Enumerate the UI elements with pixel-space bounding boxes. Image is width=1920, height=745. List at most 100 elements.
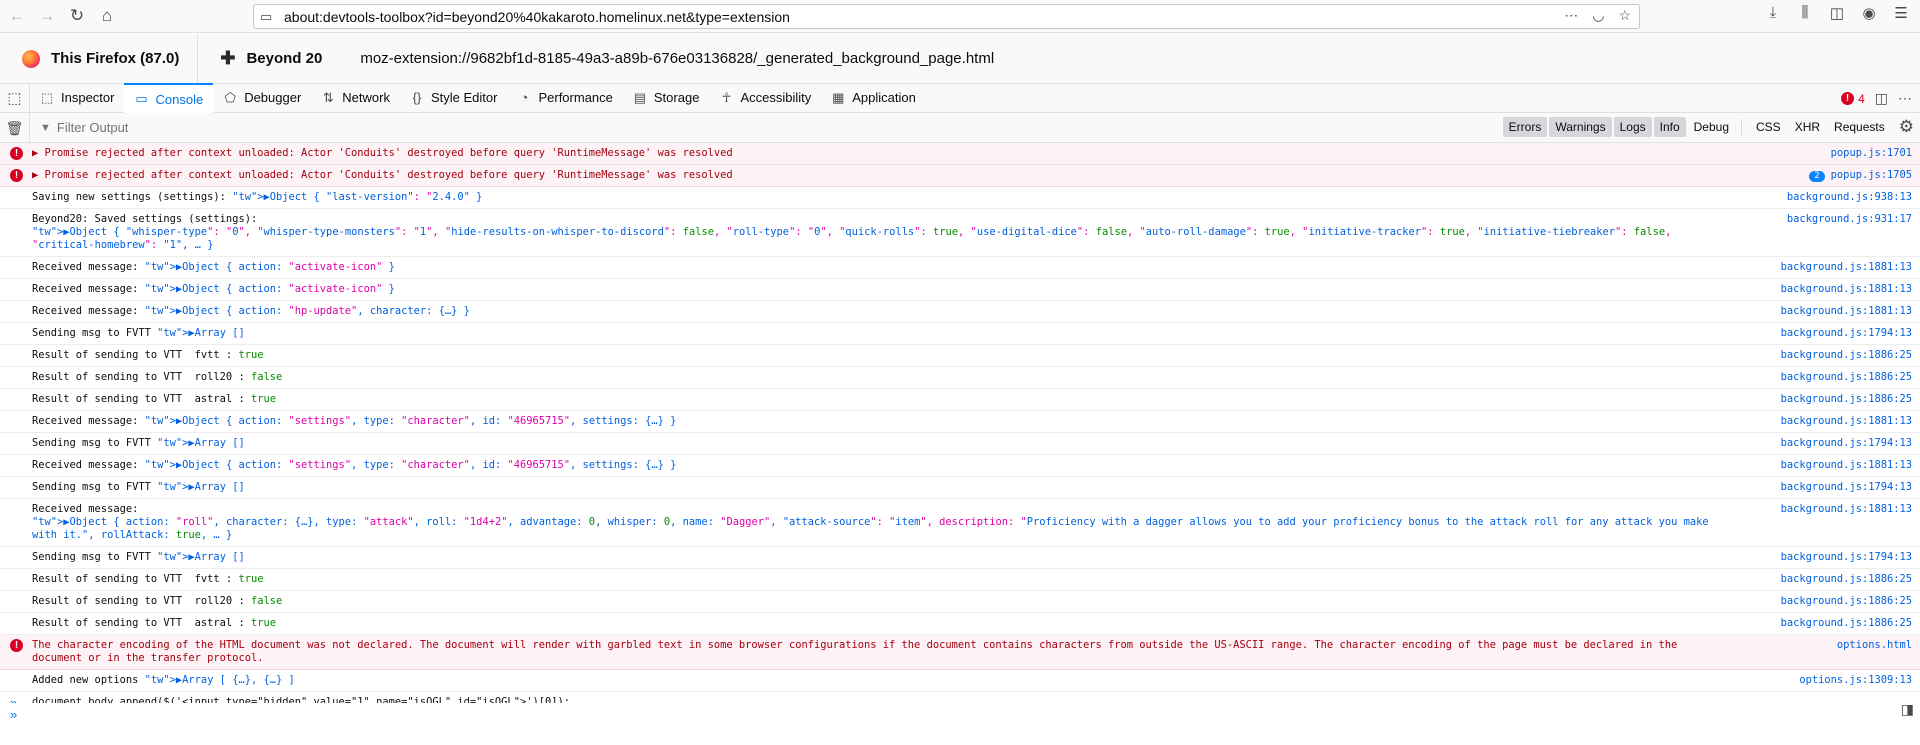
object-preview[interactable]: "tw">▶Object { action: "settings", type:… — [145, 459, 677, 471]
console-error-message[interactable]: ! The character encoding of the HTML docu… — [0, 635, 1920, 670]
object-preview[interactable]: "tw">▶Array [ {…}, {…} ] — [145, 674, 295, 686]
filter-logs-button[interactable]: Logs — [1613, 117, 1652, 137]
source-location-link[interactable]: background.js:931:17 — [1787, 213, 1912, 226]
console-log-message[interactable]: Received message: "tw">▶Object { action:… — [0, 301, 1920, 323]
url-text[interactable]: about:devtools-toolbox?id=beyond20%40kak… — [284, 9, 790, 25]
back-button[interactable]: ← — [4, 3, 30, 29]
more-options-icon[interactable]: ⋯ — [1898, 90, 1912, 107]
filter-errors-button[interactable]: Errors — [1502, 117, 1548, 137]
dock-options-icon[interactable]: ◫ — [1875, 90, 1888, 107]
object-preview[interactable]: "tw">▶Array [] — [157, 551, 245, 563]
pocket-icon[interactable]: ◡ — [1592, 7, 1604, 24]
object-preview[interactable]: "tw">▶Array [] — [157, 481, 245, 493]
source-location-link[interactable]: options.js:1309:13 — [1799, 674, 1912, 687]
filter-info-button[interactable]: Info — [1653, 117, 1686, 137]
source-location-link[interactable]: background.js:1886:25 — [1781, 349, 1912, 362]
tab-performance[interactable]: ◔ Performance — [507, 83, 622, 112]
reload-button[interactable]: ↻ — [64, 3, 90, 29]
filter-xhr-button[interactable]: XHR — [1789, 117, 1826, 137]
command-echo[interactable]: » document.body.append($('<input type="hi… — [0, 692, 1920, 703]
source-location-link[interactable]: background.js:1886:25 — [1781, 573, 1912, 586]
object-preview[interactable]: "tw">▶Object { action: "activate-icon" } — [145, 283, 395, 295]
bookmark-star-icon[interactable]: ☆ — [1618, 7, 1631, 24]
source-location-link[interactable]: popup.js:1701 — [1831, 147, 1912, 160]
object-preview[interactable]: "tw">▶Object { action: "settings", type:… — [145, 415, 677, 427]
console-settings-gear-icon[interactable]: ⚙ — [1899, 117, 1914, 137]
source-location-link[interactable]: background.js:1886:25 — [1781, 617, 1912, 630]
source-location-link[interactable]: background.js:1794:13 — [1781, 481, 1912, 494]
object-preview[interactable]: "tw">▶Object { action: "hp-update", char… — [145, 305, 470, 317]
console-log-message[interactable]: Received message: "tw">▶Object { action:… — [0, 455, 1920, 477]
home-button[interactable]: ⌂ — [94, 3, 120, 29]
tab-accessibility[interactable]: ☥ Accessibility — [709, 83, 821, 112]
object-preview[interactable]: "tw">▶Array [] — [157, 437, 245, 449]
filter-output-input[interactable] — [56, 120, 257, 135]
source-location-link[interactable]: 2 popup.js:1705 — [1809, 169, 1912, 182]
address-bar[interactable]: ▭ about:devtools-toolbox?id=beyond20%40k… — [253, 4, 1640, 29]
console-input[interactable]: » ◨ — [0, 701, 1920, 745]
editor-mode-toggle-icon[interactable]: ◨ — [1901, 701, 1914, 718]
filter-warnings-button[interactable]: Warnings — [1549, 117, 1612, 137]
console-log-message[interactable]: Result of sending to VTT astral : true ba… — [0, 613, 1920, 635]
tab-network[interactable]: ⇅ Network — [311, 83, 400, 112]
source-location-link[interactable]: background.js:1794:13 — [1781, 327, 1912, 340]
source-location-link[interactable]: background.js:1881:13 — [1781, 503, 1912, 516]
console-log-message[interactable]: Sending msg to FVTT "tw">▶Array [] backgr… — [0, 323, 1920, 345]
forward-button[interactable]: → — [34, 3, 60, 29]
console-log-message[interactable]: Added new options "tw">▶Array [ {…}, {…}… — [0, 670, 1920, 692]
tab-debugger[interactable]: ⬠ Debugger — [213, 83, 311, 112]
console-log-message[interactable]: Result of sending to VTT astral : true ba… — [0, 389, 1920, 411]
tab-application[interactable]: ▦ Application — [821, 83, 926, 112]
console-log-message[interactable]: Result of sending to VTT fvtt : true back… — [0, 345, 1920, 367]
source-location-link[interactable]: background.js:1886:25 — [1781, 595, 1912, 608]
console-error-message[interactable]: ! ▶ Promise rejected after context unload… — [0, 143, 1920, 165]
clear-console-trash-icon[interactable]: 🗑 — [0, 112, 30, 143]
console-log-message[interactable]: Sending msg to FVTT "tw">▶Array [] backgr… — [0, 477, 1920, 499]
source-location-link[interactable]: background.js:1881:13 — [1781, 283, 1912, 296]
source-location-link[interactable]: background.js:938:13 — [1787, 191, 1912, 204]
source-location-link[interactable]: background.js:1881:13 — [1781, 305, 1912, 318]
source-location-link[interactable]: background.js:1881:13 — [1781, 415, 1912, 428]
element-picker-icon[interactable]: ⬚ — [0, 83, 30, 113]
console-log-message[interactable]: Saving new settings (settings): "tw">▶Ob… — [0, 187, 1920, 209]
library-icon[interactable]: ⫼ — [1794, 4, 1816, 22]
object-preview[interactable]: "tw">▶Object { action: "roll", character… — [32, 516, 1715, 541]
sidebar-icon[interactable]: ◫ — [1826, 4, 1848, 22]
source-location-link[interactable]: background.js:1886:25 — [1781, 371, 1912, 384]
tab-inspector[interactable]: ⬚ Inspector — [30, 83, 124, 112]
console-log-message[interactable]: Beyond20: Saved settings (settings): "tw… — [0, 209, 1920, 257]
this-firefox-link[interactable]: This Firefox (87.0) — [0, 33, 199, 84]
tab-console[interactable]: ▭ Console — [124, 83, 214, 113]
console-log-message[interactable]: Received message: "tw">▶Object { action:… — [0, 279, 1920, 301]
object-preview[interactable]: "tw">▶Object { "last-version": "2.4.0" } — [232, 191, 482, 203]
downloads-icon[interactable]: ⤓ — [1762, 4, 1784, 22]
console-error-message[interactable]: ! ▶ Promise rejected after context unload… — [0, 165, 1920, 187]
console-log-message[interactable]: Received message: "tw">▶Object { action:… — [0, 257, 1920, 279]
filter-field[interactable]: ▼ — [40, 120, 257, 135]
tab-storage[interactable]: ▤ Storage — [623, 83, 710, 112]
filter-debug-button[interactable]: Debug — [1688, 117, 1735, 137]
source-location-link[interactable]: background.js:1794:13 — [1781, 551, 1912, 564]
console-log-message[interactable]: Result of sending to VTT fvtt : true back… — [0, 569, 1920, 591]
page-actions-icon[interactable]: ⋯ — [1564, 7, 1578, 24]
console-log-message[interactable]: Result of sending to VTT roll20 : false b… — [0, 591, 1920, 613]
object-preview[interactable]: "tw">▶Array [] — [157, 327, 245, 339]
account-icon[interactable]: ◉ — [1858, 4, 1880, 22]
filter-requests-button[interactable]: Requests — [1828, 117, 1891, 137]
source-location-link[interactable]: background.js:1881:13 — [1781, 459, 1912, 472]
console-log-message[interactable]: Sending msg to FVTT "tw">▶Array [] backgr… — [0, 547, 1920, 569]
console-log-message[interactable]: Sending msg to FVTT "tw">▶Array [] backgr… — [0, 433, 1920, 455]
source-location-link[interactable]: background.js:1881:13 — [1781, 261, 1912, 274]
object-preview[interactable]: "tw">▶Object { action: "activate-icon" } — [145, 261, 395, 273]
tab-style-editor[interactable]: {} Style Editor — [400, 83, 507, 112]
source-location-link[interactable]: background.js:1794:13 — [1781, 437, 1912, 450]
menu-icon[interactable]: ☰ — [1890, 4, 1912, 22]
source-location-link[interactable]: background.js:1886:25 — [1781, 393, 1912, 406]
error-count-badge[interactable]: ! 4 — [1841, 92, 1865, 106]
source-location-link[interactable]: options.html — [1837, 639, 1912, 652]
console-log-message[interactable]: Received message: "tw">▶Object { action:… — [0, 499, 1920, 547]
filter-css-button[interactable]: CSS — [1750, 117, 1787, 137]
console-log-message[interactable]: Received message: "tw">▶Object { action:… — [0, 411, 1920, 433]
object-preview[interactable]: "tw">▶Object { "whisper-type": "0", "whi… — [32, 226, 1678, 251]
console-log-message[interactable]: Result of sending to VTT roll20 : false b… — [0, 367, 1920, 389]
